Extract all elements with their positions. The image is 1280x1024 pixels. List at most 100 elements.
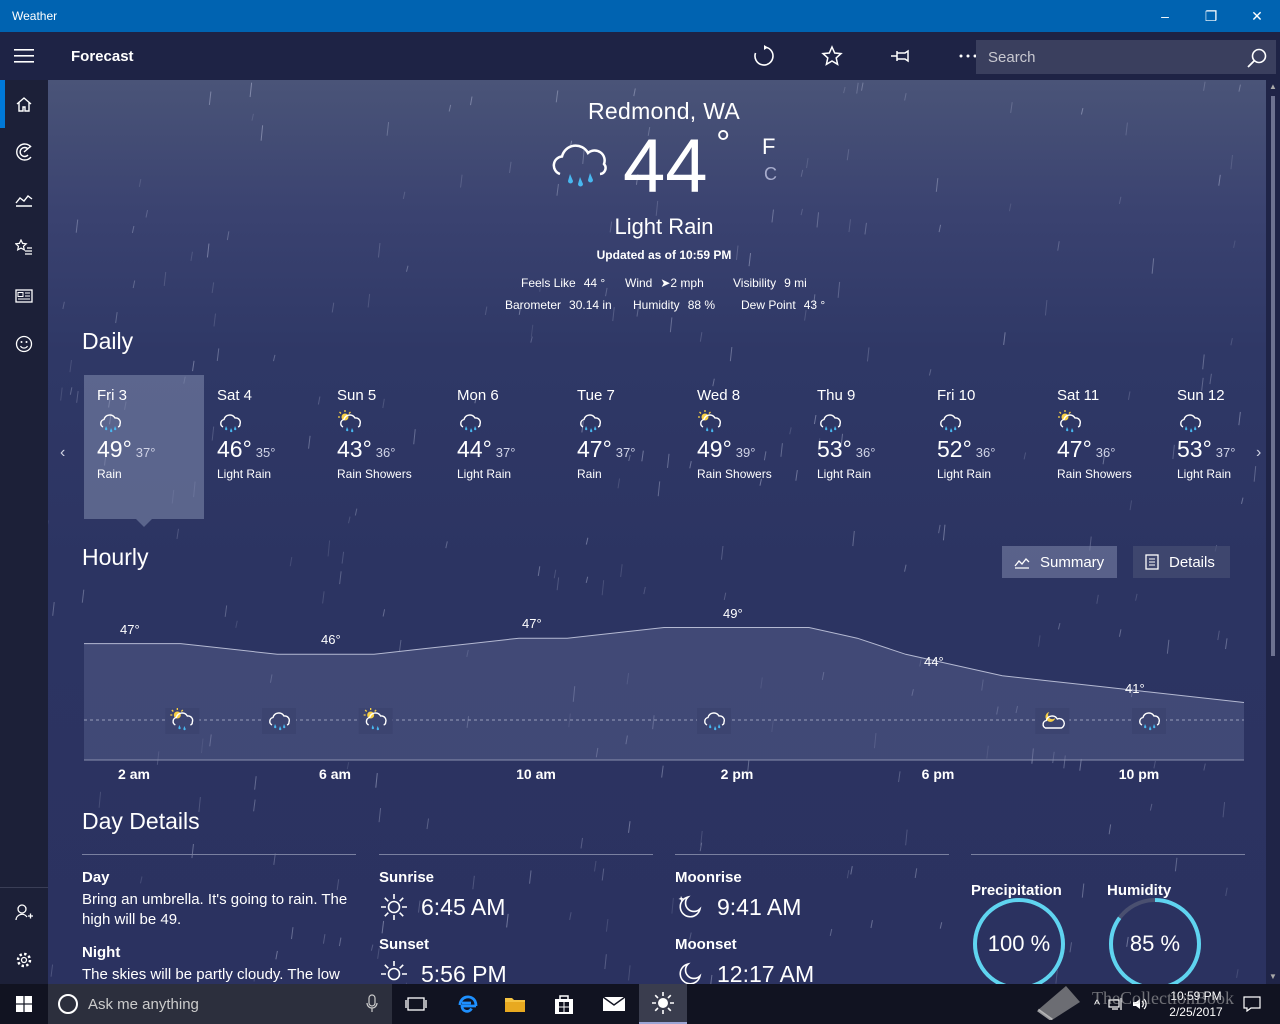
action-center-button[interactable]: [1232, 984, 1272, 1024]
day-name: Sat 11: [1057, 387, 1100, 404]
daily-tile[interactable]: Fri 3 49° 37° Rain: [84, 375, 204, 527]
smiley-icon: [15, 335, 33, 353]
line-chart-icon: [1014, 558, 1030, 569]
pin-button[interactable]: [866, 32, 934, 80]
file-explorer-button[interactable]: [491, 984, 539, 1024]
scroll-up-arrow[interactable]: ▲: [1268, 82, 1278, 92]
cortana-search-input[interactable]: [88, 995, 348, 1013]
nav-historical[interactable]: [0, 176, 48, 224]
nav-news[interactable]: [0, 272, 48, 320]
stat-humidity: Humidity 88 %: [633, 298, 715, 312]
rain-cloud-icon: [457, 410, 564, 434]
nav-account[interactable]: [0, 888, 48, 936]
hourly-title: Hourly: [82, 544, 149, 570]
edge-browser-button[interactable]: [443, 984, 491, 1024]
daily-tile[interactable]: Tue 7 47° 37° Rain: [564, 375, 684, 519]
start-button[interactable]: [0, 984, 48, 1024]
notification-icon: [1243, 996, 1261, 1012]
app-bar: Forecast: [0, 32, 1280, 80]
temperature-value: 44: [623, 124, 708, 209]
sunrise-time: 6:45 AM: [421, 893, 506, 920]
forecast-content: Redmond, WA 44 ° F C Light Rain Updated …: [48, 80, 1266, 984]
hamburger-menu-button[interactable]: [0, 32, 48, 80]
day-low: 37°: [1215, 445, 1236, 460]
cortana-icon: [58, 994, 78, 1014]
day-condition: Light Rain: [1177, 467, 1232, 481]
sun-rain-icon: [697, 410, 804, 434]
moonrise-icon: [678, 895, 702, 918]
rain-cloud-icon: [262, 708, 296, 734]
humidity-value: 85 %: [1129, 931, 1181, 956]
mail-button[interactable]: [590, 984, 638, 1024]
sun-rain-icon: [165, 708, 200, 734]
store-button[interactable]: [540, 984, 588, 1024]
weather-app-button[interactable]: [639, 984, 687, 1024]
nav-feedback[interactable]: [0, 320, 48, 368]
rain-cloud-icon: [552, 144, 607, 187]
daily-tile[interactable]: Wed 8 49° 39° Rain Showers: [684, 375, 804, 519]
vertical-scrollbar[interactable]: ▲ ▼: [1266, 80, 1280, 984]
hourly-details-tab[interactable]: Details: [1133, 546, 1230, 578]
unit-celsius-button[interactable]: C: [764, 164, 777, 185]
scroll-down-arrow[interactable]: ▼: [1268, 972, 1278, 982]
hourly-time-label: 2 am: [118, 766, 150, 782]
rain-cloud-icon: [697, 708, 731, 734]
refresh-button[interactable]: [730, 32, 798, 80]
close-button[interactable]: ✕: [1234, 0, 1280, 32]
document-icon: [1145, 554, 1159, 570]
minimize-button[interactable]: –: [1142, 0, 1188, 32]
rain-cloud-icon: [577, 410, 684, 434]
divider: [379, 854, 653, 855]
taskbar: ^ 10:59 PM 2/25/2017: [0, 984, 1280, 1024]
sun-icon: [652, 992, 674, 1014]
sunset-row: 5:56 PM: [379, 959, 653, 984]
rain-cloud-icon: [817, 410, 924, 434]
rain-cloud-icon: [97, 410, 204, 434]
rain-cloud-icon: [937, 410, 1044, 434]
hourly-time-label: 6 am: [319, 766, 351, 782]
nav-maps[interactable]: [0, 128, 48, 176]
daily-tile[interactable]: Sun 12 53° 37° Light Rain: [1164, 375, 1266, 519]
details-label: Details: [1169, 553, 1215, 571]
degree-symbol: °: [716, 122, 731, 163]
daily-tile[interactable]: Sat 4 46° 35° Light Rain: [204, 375, 324, 519]
unit-fahrenheit-button[interactable]: F: [762, 134, 775, 160]
hourly-temp-label: 47°: [120, 621, 140, 637]
day-temps: 46° 35°: [217, 436, 324, 463]
window-controls: – ❐ ✕: [1142, 0, 1280, 32]
temperature-area: [84, 627, 1244, 760]
microphone-icon[interactable]: [366, 994, 378, 1014]
daily-tile[interactable]: Thu 9 53° 36° Light Rain: [804, 375, 924, 519]
day-temps: 44° 37°: [457, 436, 564, 463]
day-low: 37°: [495, 445, 516, 460]
nav-places[interactable]: [0, 224, 48, 272]
restore-button[interactable]: ❐: [1188, 0, 1234, 32]
stat-feels-like: Feels Like 44 °: [521, 276, 605, 290]
moonset-time: 12:17 AM: [717, 960, 815, 985]
divider: [675, 854, 949, 855]
daily-tile[interactable]: Sun 5 43° 36° Rain Showers: [324, 375, 444, 519]
day-name: Mon 6: [457, 387, 499, 404]
daily-prev-button[interactable]: ‹: [60, 444, 65, 462]
scroll-thumb[interactable]: [1271, 96, 1275, 656]
day-condition: Rain: [577, 467, 602, 481]
nav-settings[interactable]: [0, 936, 48, 984]
daily-tile[interactable]: Mon 6 44° 37° Light Rain: [444, 375, 564, 519]
day-high: 47°: [577, 436, 612, 462]
favorite-button[interactable]: [798, 32, 866, 80]
search-icon[interactable]: [1246, 47, 1268, 69]
nav-forecast[interactable]: [0, 80, 48, 128]
daily-tile[interactable]: Sat 11 47° 36° Rain Showers: [1044, 375, 1164, 519]
moonset-icon: [679, 962, 702, 984]
day-low: 39°: [735, 445, 756, 460]
hourly-summary-tab[interactable]: Summary: [1002, 546, 1117, 578]
star-icon: [821, 45, 843, 66]
daily-tile[interactable]: Fri 10 52° 36° Light Rain: [924, 375, 1044, 519]
app-title: Weather: [12, 9, 58, 23]
task-view-button[interactable]: [392, 984, 440, 1024]
cortana-search: [48, 984, 392, 1024]
book-logo-icon: [1037, 986, 1080, 1020]
daily-title: Daily: [82, 328, 134, 354]
search-input[interactable]: [988, 48, 1238, 66]
hourly-time-label: 6 pm: [921, 766, 955, 782]
